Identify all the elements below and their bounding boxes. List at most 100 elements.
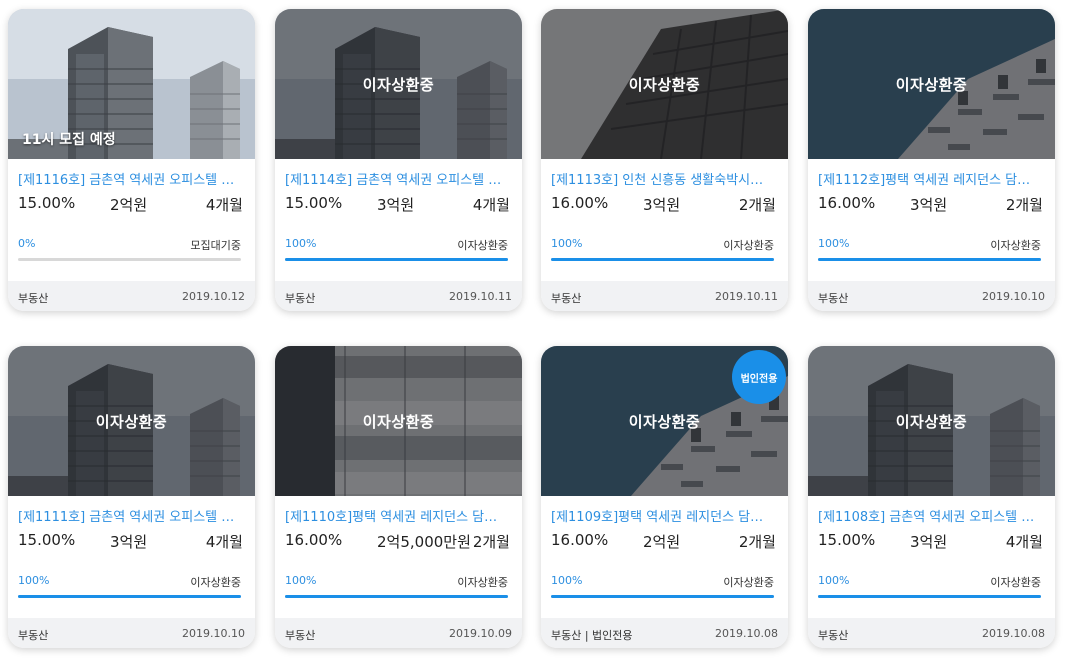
product-image: 이자상환중	[275, 9, 522, 159]
product-title[interactable]: [제1108호] 금촌역 역세권 오피스텔 담보대출	[818, 506, 1038, 525]
loan-amount: 2억원	[643, 533, 681, 551]
product-image: 이자상환중	[275, 346, 522, 496]
interest-rate: 16.00%	[285, 531, 343, 549]
product-stats: 16.00% 3억원 2개월	[551, 194, 776, 216]
investment-card[interactable]: 이자상환중 [제1114호] 금촌역 역세권 오피스텔 담보대출 15.00% …	[275, 9, 522, 311]
recruit-schedule-text: 11시 모집 예정	[22, 132, 116, 148]
product-category: 부동산	[285, 292, 316, 305]
investment-card[interactable]: 이자상환중 [제1108호] 금촌역 역세권 오피스텔 담보대출 15.00% …	[808, 346, 1055, 648]
interest-rate: 15.00%	[18, 194, 76, 212]
card-footer: 부동산 | 법인전용 2019.10.08	[541, 618, 788, 648]
investment-card[interactable]: 이자상환중 [제1111호] 금촌역 역세권 오피스텔 담보대출 15.00% …	[8, 346, 255, 648]
product-stats: 16.00% 2억5,000만원 2개월	[285, 531, 510, 553]
product-stats: 16.00% 3억원 2개월	[818, 194, 1043, 216]
progress-percent: 0%	[18, 237, 36, 250]
progress-status: 이자상환중	[990, 576, 1041, 589]
loan-amount: 3억원	[643, 196, 681, 214]
investment-card[interactable]: 이자상환중 [제1113호] 인천 신흥동 생활숙박시설 담보대출 16.00%…	[541, 9, 788, 311]
product-category: 부동산	[18, 292, 49, 305]
interest-rate: 16.00%	[551, 194, 609, 212]
product-image: 이자상환중 법인전용	[541, 346, 788, 496]
investment-card[interactable]: 11시 모집 예정 [제1116호] 금촌역 역세권 오피스텔 담보대출 15.…	[8, 9, 255, 311]
progress-bar	[818, 595, 1041, 598]
progress-bar-fill	[818, 258, 1041, 261]
interest-rate: 16.00%	[818, 194, 876, 212]
loan-amount: 2억원	[110, 196, 148, 214]
progress-status: 이자상환중	[457, 239, 508, 252]
investment-card[interactable]: 이자상환중 [제1110호]평택 역세권 레지던스 담보대출 16.00% 2억…	[275, 346, 522, 648]
product-title[interactable]: [제1110호]평택 역세권 레지던스 담보대출	[285, 506, 505, 525]
product-stats: 15.00% 3억원 4개월	[285, 194, 510, 216]
product-date: 2019.10.10	[182, 627, 245, 640]
product-stats: 15.00% 2억원 4개월	[18, 194, 243, 216]
product-date: 2019.10.08	[715, 627, 778, 640]
product-title[interactable]: [제1111호] 금촌역 역세권 오피스텔 담보대출	[18, 506, 238, 525]
status-overlay-text: 이자상환중	[362, 413, 435, 431]
loan-period: 4개월	[205, 196, 243, 214]
product-category: 부동산	[551, 292, 582, 305]
product-title[interactable]: [제1109호]평택 역세권 레지던스 담보대출	[551, 506, 771, 525]
product-category: 부동산	[818, 629, 849, 642]
product-date: 2019.10.08	[982, 627, 1045, 640]
product-title[interactable]: [제1116호] 금촌역 역세권 오피스텔 담보대출	[18, 169, 238, 188]
progress-bar-fill	[818, 595, 1041, 598]
card-footer: 부동산 2019.10.12	[8, 281, 255, 311]
progress-percent: 100%	[818, 237, 850, 250]
progress-bar	[551, 258, 774, 261]
product-image: 11시 모집 예정	[8, 9, 255, 159]
status-overlay-text: 이자상환중	[628, 413, 701, 431]
progress-bar	[18, 258, 241, 261]
progress-status: 이자상환중	[190, 576, 241, 589]
product-category: 부동산 | 법인전용	[551, 629, 633, 642]
loan-amount: 3억원	[377, 196, 415, 214]
progress-bar-fill	[285, 595, 508, 598]
progress-bar-fill	[18, 595, 241, 598]
loan-period: 4개월	[205, 533, 243, 551]
status-overlay-text: 이자상환중	[95, 413, 168, 431]
product-date: 2019.10.12	[182, 290, 245, 303]
progress-bar-fill	[551, 258, 774, 261]
loan-period: 2개월	[472, 533, 510, 551]
product-title[interactable]: [제1112호]평택 역세권 레지던스 담보대출	[818, 169, 1038, 188]
loan-period: 2개월	[1005, 196, 1043, 214]
product-stats: 15.00% 3억원 4개월	[18, 531, 243, 553]
loan-amount: 3억원	[910, 196, 948, 214]
loan-amount: 3억원	[110, 533, 148, 551]
progress-bar	[18, 595, 241, 598]
interest-rate: 15.00%	[18, 531, 76, 549]
card-footer: 부동산 2019.10.08	[808, 618, 1055, 648]
product-stats: 16.00% 2억원 2개월	[551, 531, 776, 553]
progress-bar-fill	[551, 595, 774, 598]
investment-card[interactable]: 이자상환중 [제1112호]평택 역세권 레지던스 담보대출 16.00% 3억…	[808, 9, 1055, 311]
status-overlay-text: 이자상환중	[895, 76, 968, 94]
interest-rate: 15.00%	[818, 531, 876, 549]
product-date: 2019.10.11	[715, 290, 778, 303]
progress-bar-fill	[285, 258, 508, 261]
card-footer: 부동산 2019.10.11	[541, 281, 788, 311]
product-image: 이자상환중	[808, 346, 1055, 496]
product-image: 이자상환중	[8, 346, 255, 496]
product-title[interactable]: [제1114호] 금촌역 역세권 오피스텔 담보대출	[285, 169, 505, 188]
progress-status: 이자상환중	[457, 576, 508, 589]
product-category: 부동산	[818, 292, 849, 305]
product-date: 2019.10.09	[449, 627, 512, 640]
loan-period: 4개월	[1005, 533, 1043, 551]
loan-period: 2개월	[738, 533, 776, 551]
product-grid: 11시 모집 예정 [제1116호] 금촌역 역세권 오피스텔 담보대출 15.…	[8, 9, 1058, 659]
product-image: 이자상환중	[541, 9, 788, 159]
loan-period: 2개월	[738, 196, 776, 214]
progress-status: 이자상환중	[723, 239, 774, 252]
status-overlay-text: 이자상환중	[895, 413, 968, 431]
progress-status: 모집대기중	[190, 239, 241, 252]
card-footer: 부동산 2019.10.11	[275, 281, 522, 311]
progress-percent: 100%	[285, 237, 317, 250]
investment-card[interactable]: 이자상환중 법인전용 [제1109호]평택 역세권 레지던스 담보대출 16.0…	[541, 346, 788, 648]
progress-percent: 100%	[18, 574, 50, 587]
progress-status: 이자상환중	[990, 239, 1041, 252]
product-title[interactable]: [제1113호] 인천 신흥동 생활숙박시설 담보대출	[551, 169, 771, 188]
interest-rate: 16.00%	[551, 531, 609, 549]
corporate-only-badge: 법인전용	[732, 350, 786, 404]
loan-amount: 2억5,000만원	[377, 533, 471, 551]
progress-percent: 100%	[551, 574, 583, 587]
progress-bar	[285, 258, 508, 261]
